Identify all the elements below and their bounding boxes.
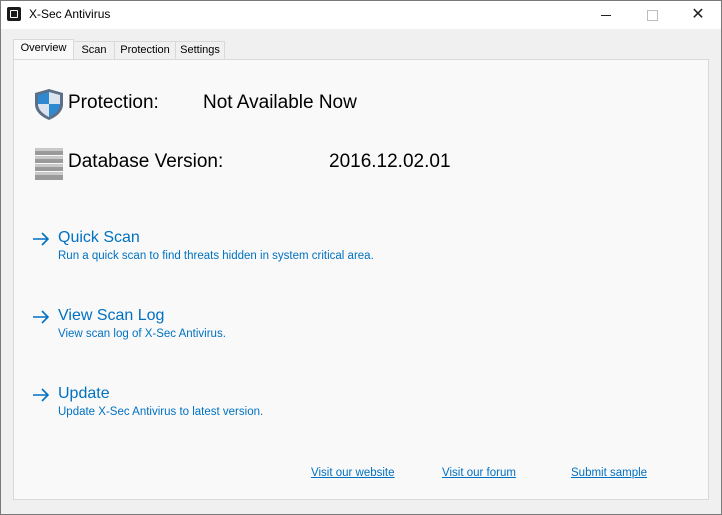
minimize-icon xyxy=(601,14,611,16)
view-scan-log-link[interactable]: View Scan Log xyxy=(58,307,164,325)
app-icon xyxy=(7,7,21,21)
maximize-button[interactable] xyxy=(629,1,675,29)
tab-scan[interactable]: Scan xyxy=(73,41,115,59)
tab-protection[interactable]: Protection xyxy=(114,41,176,59)
minimize-button[interactable] xyxy=(583,1,629,29)
arrow-right-icon[interactable] xyxy=(32,310,50,324)
overview-panel: Protection: Not Available Now Database V… xyxy=(13,59,709,500)
close-button[interactable]: ✕ xyxy=(675,1,721,29)
maximize-icon xyxy=(646,9,658,21)
close-icon: ✕ xyxy=(691,6,705,23)
quick-scan-description[interactable]: Run a quick scan to find threats hidden … xyxy=(58,250,374,262)
visit-forum-link[interactable]: Visit our forum xyxy=(442,467,516,479)
update-description[interactable]: Update X-Sec Antivirus to latest version… xyxy=(58,406,263,418)
database-value: 2016.12.02.01 xyxy=(329,151,451,172)
database-label: Database Version: xyxy=(68,151,224,172)
arrow-right-icon[interactable] xyxy=(32,388,50,402)
window-title: X-Sec Antivirus xyxy=(29,7,111,21)
tab-settings[interactable]: Settings xyxy=(175,41,225,59)
update-link[interactable]: Update xyxy=(58,385,110,403)
submit-sample-link[interactable]: Submit sample xyxy=(571,467,647,479)
visit-website-link[interactable]: Visit our website xyxy=(311,467,395,479)
view-scan-log-description[interactable]: View scan log of X-Sec Antivirus. xyxy=(58,328,226,340)
protection-value: Not Available Now xyxy=(203,92,357,113)
title-bar[interactable]: X-Sec Antivirus ✕ xyxy=(1,1,721,29)
protection-label: Protection: xyxy=(68,92,159,113)
shield-icon xyxy=(35,89,63,120)
arrow-right-icon[interactable] xyxy=(32,232,50,246)
tab-overview[interactable]: Overview xyxy=(13,39,74,60)
main-window: X-Sec Antivirus ✕ Overview Scan Protecti… xyxy=(0,0,722,515)
quick-scan-link[interactable]: Quick Scan xyxy=(58,229,140,247)
database-icon xyxy=(35,148,63,180)
